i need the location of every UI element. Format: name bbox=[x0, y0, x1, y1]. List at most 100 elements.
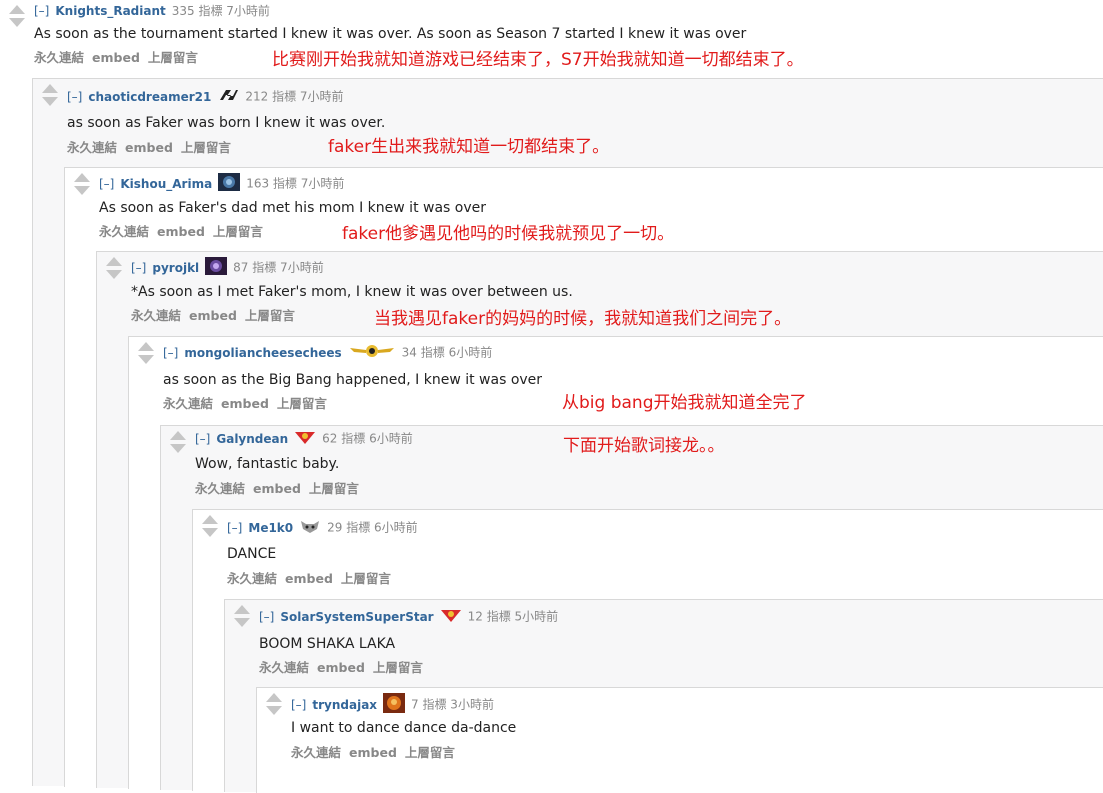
collapse-toggle[interactable]: [–] bbox=[163, 346, 178, 360]
collapse-toggle[interactable]: [–] bbox=[227, 521, 242, 535]
collapse-toggle[interactable]: [–] bbox=[131, 261, 146, 275]
comment-buttons: 永久連結 embed 上層留言 bbox=[163, 396, 335, 412]
embed-button[interactable]: embed bbox=[221, 396, 269, 411]
collapse-toggle[interactable]: [–] bbox=[99, 177, 114, 191]
comment-buttons: 永久連結 embed 上層留言 bbox=[34, 50, 206, 66]
annotation-text: faker生出来我就知道一切都结束了。 bbox=[328, 137, 610, 157]
author-link[interactable]: Me1k0 bbox=[248, 521, 293, 535]
downvote-arrow-icon[interactable] bbox=[233, 617, 251, 628]
permalink-button[interactable]: 永久連結 bbox=[34, 50, 84, 65]
vote-arrows bbox=[105, 256, 123, 282]
comment-kishou-arima: [–] Kishou_Arima 163 指標 7小時前 As soon as Fa… bbox=[64, 167, 1103, 793]
collapse-toggle[interactable]: [–] bbox=[67, 90, 82, 104]
vote-arrows bbox=[169, 430, 187, 456]
parent-button[interactable]: 上層留言 bbox=[309, 481, 359, 496]
permalink-button[interactable]: 永久連結 bbox=[67, 140, 117, 155]
upvote-arrow-icon[interactable] bbox=[105, 256, 123, 267]
upvote-arrow-icon[interactable] bbox=[265, 692, 283, 703]
embed-button[interactable]: embed bbox=[349, 745, 397, 760]
downvote-arrow-icon[interactable] bbox=[73, 185, 91, 196]
comment-body: BOOM SHAKA LAKA bbox=[259, 636, 396, 652]
comment-pyrojkl: [–] pyrojkl 87 指標 7小時前 *As soon as I met F… bbox=[96, 251, 1103, 793]
annotation-text: faker他爹遇见他吗的时候我就预见了一切。 bbox=[342, 224, 675, 244]
downvote-arrow-icon[interactable] bbox=[169, 443, 187, 454]
parent-button[interactable]: 上層留言 bbox=[373, 660, 423, 675]
annotation-text: 当我遇见faker的妈妈的时候，我就知道我们之间完了。 bbox=[374, 309, 792, 329]
author-link[interactable]: pyrojkl bbox=[152, 261, 199, 275]
downvote-arrow-icon[interactable] bbox=[41, 96, 59, 107]
comment-tagline: [–] Kishou_Arima 163 指標 7小時前 bbox=[99, 173, 344, 191]
upvote-arrow-icon[interactable] bbox=[233, 604, 251, 615]
score-and-time: 62 指標 6小時前 bbox=[322, 431, 413, 446]
comment-tagline: [–] pyrojkl 87 指標 7小時前 bbox=[131, 257, 324, 275]
permalink-button[interactable]: 永久連結 bbox=[163, 396, 213, 411]
parent-button[interactable]: 上層留言 bbox=[181, 140, 231, 155]
downvote-arrow-icon[interactable] bbox=[105, 269, 123, 280]
author-link[interactable]: mongoliancheesechees bbox=[184, 346, 341, 360]
permalink-button[interactable]: 永久連結 bbox=[99, 224, 149, 239]
upvote-arrow-icon[interactable] bbox=[201, 514, 219, 525]
embed-button[interactable]: embed bbox=[253, 481, 301, 496]
comment-mongoliancheesechees: [–] mongoliancheesechees 34 指標 6小時前 as soo… bbox=[128, 336, 1103, 793]
upvote-arrow-icon[interactable] bbox=[41, 83, 59, 94]
permalink-button[interactable]: 永久連結 bbox=[227, 571, 277, 586]
author-link[interactable]: Kishou_Arima bbox=[120, 177, 212, 191]
permalink-button[interactable]: 永久連結 bbox=[195, 481, 245, 496]
downvote-arrow-icon[interactable] bbox=[201, 527, 219, 538]
comment-body: I want to dance dance da-dance bbox=[291, 720, 517, 736]
embed-button[interactable]: embed bbox=[317, 660, 365, 675]
comment-me1k0: [–] Me1k0 29 指標 6小時前 DANCE 永久連結 embed 上層留言 bbox=[192, 509, 1103, 793]
author-link[interactable]: tryndajax bbox=[312, 698, 377, 712]
skt-logo-icon bbox=[440, 607, 462, 627]
vote-arrows bbox=[201, 514, 219, 540]
parent-button[interactable]: 上層留言 bbox=[245, 308, 295, 323]
collapse-toggle[interactable]: [–] bbox=[291, 698, 306, 712]
downvote-arrow-icon[interactable] bbox=[8, 17, 26, 28]
champion-avatar-icon bbox=[383, 693, 406, 717]
comment-buttons: 永久連結 embed 上層留言 bbox=[227, 571, 399, 587]
downvote-arrow-icon[interactable] bbox=[265, 705, 283, 716]
comment-buttons: 永久連結 embed 上層留言 bbox=[259, 660, 431, 676]
author-link[interactable]: Knights_Radiant bbox=[55, 4, 165, 18]
parent-button[interactable]: 上層留言 bbox=[213, 224, 263, 239]
parent-button[interactable]: 上層留言 bbox=[148, 50, 198, 65]
upvote-arrow-icon[interactable] bbox=[73, 172, 91, 183]
permalink-button[interactable]: 永久連結 bbox=[131, 308, 181, 323]
collapse-toggle[interactable]: [–] bbox=[34, 4, 49, 18]
parent-button[interactable]: 上層留言 bbox=[341, 571, 391, 586]
comment-solarsystemsuperstar: [–] SolarSystemSuperStar 12 指標 5小時前 BOOM S… bbox=[224, 599, 1103, 793]
embed-button[interactable]: embed bbox=[285, 571, 333, 586]
vote-arrows bbox=[41, 83, 59, 109]
upvote-arrow-icon[interactable] bbox=[8, 4, 26, 15]
downvote-arrow-icon[interactable] bbox=[137, 354, 155, 365]
comment-buttons: 永久連結 embed 上層留言 bbox=[291, 745, 463, 761]
skt-logo-icon bbox=[294, 429, 316, 449]
embed-button[interactable]: embed bbox=[157, 224, 205, 239]
permalink-button[interactable]: 永久連結 bbox=[259, 660, 309, 675]
score-and-time: 212 指標 7小時前 bbox=[245, 89, 344, 104]
collapse-toggle[interactable]: [–] bbox=[259, 610, 274, 624]
author-link[interactable]: SolarSystemSuperStar bbox=[280, 610, 433, 624]
comment-tagline: [–] chaoticdreamer21 212 指標 7小時前 bbox=[67, 87, 344, 104]
permalink-button[interactable]: 永久連結 bbox=[291, 745, 341, 760]
comment-buttons: 永久連結 embed 上層留言 bbox=[195, 481, 367, 497]
annotation-text: 从big bang开始我就知道全完了 bbox=[562, 393, 807, 413]
upvote-arrow-icon[interactable] bbox=[137, 341, 155, 352]
author-link[interactable]: chaoticdreamer21 bbox=[88, 90, 211, 104]
embed-button[interactable]: embed bbox=[189, 308, 237, 323]
parent-button[interactable]: 上層留言 bbox=[405, 745, 455, 760]
collapse-toggle[interactable]: [–] bbox=[195, 432, 210, 446]
embed-button[interactable]: embed bbox=[125, 140, 173, 155]
author-link[interactable]: Galyndean bbox=[216, 432, 288, 446]
comment-body: Wow, fantastic baby. bbox=[195, 456, 340, 472]
upvote-arrow-icon[interactable] bbox=[169, 430, 187, 441]
comment-buttons: 永久連結 embed 上層留言 bbox=[99, 224, 271, 240]
embed-button[interactable]: embed bbox=[92, 50, 140, 65]
parent-button[interactable]: 上層留言 bbox=[277, 396, 327, 411]
comment-body: As soon as Faker's dad met his mom I kne… bbox=[99, 200, 486, 216]
comment-tagline: [–] Galyndean 62 指標 6小時前 bbox=[195, 429, 413, 446]
comment-tagline: [–] tryndajax 7 指標 3小時前 bbox=[291, 693, 494, 713]
champion-avatar-icon bbox=[218, 173, 241, 195]
vote-arrows bbox=[137, 341, 155, 367]
score-and-time: 29 指標 6小時前 bbox=[327, 520, 418, 535]
